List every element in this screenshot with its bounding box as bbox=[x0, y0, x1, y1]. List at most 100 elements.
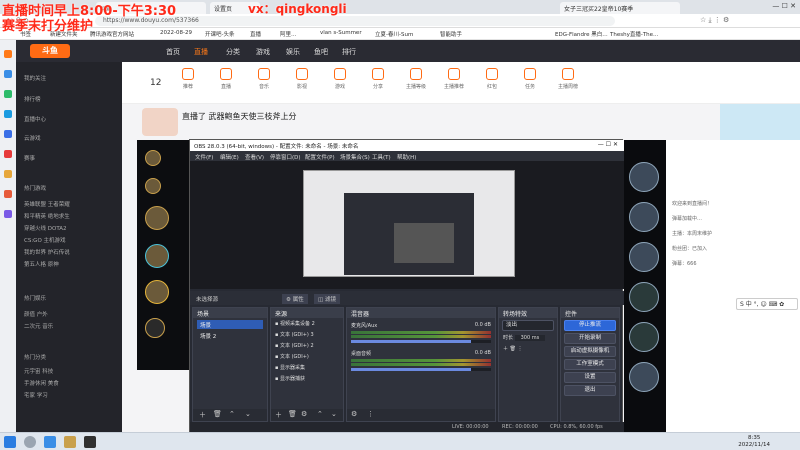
sidebar-item[interactable]: 英雄联盟 王者荣耀 bbox=[24, 200, 70, 208]
source-item[interactable]: ▪ 文本 (GDI+) 2 bbox=[271, 340, 343, 351]
sidebar-item[interactable]: 和平精英 绝地求生 bbox=[24, 212, 70, 220]
add-icon[interactable]: ＋ bbox=[503, 346, 508, 352]
app-icon[interactable] bbox=[4, 210, 12, 218]
menu-help[interactable]: 帮助(H) bbox=[397, 153, 416, 161]
up-icon[interactable]: ⌃ bbox=[317, 410, 323, 418]
obs-window-controls[interactable]: — ☐ ✕ bbox=[598, 141, 618, 148]
nav-fishbar[interactable]: 鱼吧 bbox=[314, 47, 328, 57]
virtual-camera-button[interactable]: 启动虚拟摄像机 bbox=[564, 346, 616, 357]
sidebar-item[interactable]: 热门分类 bbox=[24, 353, 46, 361]
sidebar-item[interactable]: 热门娱乐 bbox=[24, 294, 46, 302]
exit-button[interactable]: 退出 bbox=[564, 385, 616, 396]
scene-item[interactable]: 场景 bbox=[197, 320, 263, 329]
bookmark[interactable]: Theshy直播-The… bbox=[610, 30, 659, 38]
app-icon[interactable] bbox=[4, 90, 12, 98]
category-item[interactable]: 音乐 bbox=[250, 68, 278, 90]
sidebar-item[interactable]: 云游戏 bbox=[24, 134, 41, 142]
nav-category[interactable]: 分类 bbox=[226, 47, 240, 57]
window-controls[interactable]: — ☐ ✕ bbox=[772, 2, 796, 10]
app-icon[interactable] bbox=[4, 190, 12, 198]
start-recording-button[interactable]: 开始录制 bbox=[564, 333, 616, 344]
app-icon[interactable] bbox=[4, 50, 12, 58]
sidebar-item[interactable]: 手游休闲 美食 bbox=[24, 379, 59, 387]
more-icon[interactable]: ⋮ bbox=[367, 410, 374, 418]
bookmark[interactable]: 阿里… bbox=[280, 30, 297, 38]
bookmark[interactable]: 智能助手 bbox=[440, 30, 462, 38]
up-icon[interactable]: ⌃ bbox=[229, 410, 235, 418]
menu-docks[interactable]: 停靠窗口(D) bbox=[270, 153, 301, 161]
sidebar-item[interactable]: 我的世界 炉石传说 bbox=[24, 248, 70, 256]
menu-profile[interactable]: 配置文件(P) bbox=[305, 153, 335, 161]
down-icon[interactable]: ⌄ bbox=[245, 410, 251, 418]
source-item[interactable]: ▪ 显示器采集 bbox=[271, 362, 343, 373]
bookmark[interactable]: EDG-Flandre 黑白… bbox=[555, 30, 608, 38]
source-item[interactable]: ▪ 文本 (GDI+) bbox=[271, 351, 343, 362]
bookmark[interactable]: 直播 bbox=[250, 30, 261, 38]
volume-slider[interactable] bbox=[351, 340, 491, 343]
sidebar-item[interactable]: 颜值 户外 bbox=[24, 310, 48, 318]
stop-streaming-button[interactable]: 停止推流 bbox=[564, 320, 616, 331]
trash-icon[interactable]: 🗑 bbox=[288, 410, 297, 418]
nav-rank[interactable]: 排行 bbox=[342, 47, 356, 57]
ad-banner[interactable] bbox=[720, 104, 800, 140]
nav-home[interactable]: 首页 bbox=[166, 47, 180, 57]
ime-toolbar[interactable]: S 中 °, ☺ ⌨ ✿ bbox=[736, 298, 798, 310]
menu-view[interactable]: 查看(V) bbox=[245, 153, 264, 161]
sidebar-item[interactable]: 赛事 bbox=[24, 154, 35, 162]
sidebar-item[interactable]: 二次元 音乐 bbox=[24, 322, 53, 330]
sidebar-item[interactable]: 热门游戏 bbox=[24, 184, 46, 192]
more-icon[interactable]: ⋮ bbox=[518, 346, 523, 352]
bookmark[interactable]: 开课吧-头条 bbox=[205, 30, 235, 38]
sidebar-item[interactable]: 穿越火线 DOTA2 bbox=[24, 224, 67, 232]
app-icon[interactable] bbox=[4, 110, 12, 118]
down-icon[interactable]: ⌄ bbox=[331, 410, 337, 418]
source-item[interactable]: ▪ 视频采集设备 2 bbox=[271, 318, 343, 329]
category-item[interactable]: 游戏 bbox=[326, 68, 354, 90]
browser-toolbar-icons[interactable]: ☆ ⤓ ⋮ ⚙ bbox=[700, 16, 729, 25]
source-item[interactable]: ▪ 显示器捕获 bbox=[271, 373, 343, 384]
browser-tab[interactable]: 女子三冠买22皇帝10赛季 bbox=[560, 2, 680, 14]
volume-slider[interactable] bbox=[351, 368, 491, 371]
source-item[interactable]: ▪ 文本 (GDI+) 3 bbox=[271, 329, 343, 340]
app-icon[interactable] bbox=[4, 150, 12, 158]
filters-button[interactable]: ◫ 滤镜 bbox=[314, 294, 340, 304]
category-item[interactable]: 主播推荐 bbox=[440, 68, 468, 90]
app-icon[interactable] bbox=[4, 130, 12, 138]
app-icon[interactable] bbox=[4, 170, 12, 178]
search-icon[interactable] bbox=[24, 436, 36, 448]
douyu-logo[interactable]: 斗鱼 bbox=[30, 44, 70, 58]
sidebar-item[interactable]: 元宇宙 科技 bbox=[24, 367, 53, 375]
bookmark[interactable]: 2022-08-29 bbox=[160, 30, 192, 36]
sidebar-item[interactable]: 排行榜 bbox=[24, 95, 41, 103]
category-item[interactable]: 任务 bbox=[516, 68, 544, 90]
trash-icon[interactable]: 🗑 bbox=[213, 410, 222, 418]
bookmark[interactable]: 立夏-春川-Sum bbox=[375, 30, 413, 38]
sidebar-item[interactable]: 直播中心 bbox=[24, 115, 46, 123]
clock[interactable]: 8:35 2022/11/14 bbox=[738, 435, 770, 449]
duration-input[interactable]: 300 ms bbox=[514, 335, 546, 341]
menu-scene-collection[interactable]: 场景集合(S) bbox=[340, 153, 370, 161]
sidebar-item[interactable]: CS:GO 主机游戏 bbox=[24, 236, 66, 244]
sidebar-item[interactable]: 第五人格 原神 bbox=[24, 260, 59, 268]
nav-live[interactable]: 直播 bbox=[194, 47, 208, 57]
category-item[interactable]: 推荐 bbox=[174, 68, 202, 90]
obs-preview[interactable] bbox=[190, 161, 624, 289]
category-item[interactable]: 分享 bbox=[364, 68, 392, 90]
bookmark[interactable]: 腾讯游戏官方网站 bbox=[90, 30, 134, 38]
category-item[interactable]: 红包 bbox=[478, 68, 506, 90]
category-item[interactable]: 主播周榜 bbox=[554, 68, 582, 90]
nav-game[interactable]: 游戏 bbox=[256, 47, 270, 57]
nav-ent[interactable]: 娱乐 bbox=[286, 47, 300, 57]
app-icon[interactable] bbox=[44, 436, 56, 448]
properties-button[interactable]: ⚙ 属性 bbox=[282, 294, 308, 304]
settings-button[interactable]: 设置 bbox=[564, 372, 616, 383]
sidebar-item[interactable]: 宅家 学习 bbox=[24, 391, 48, 399]
start-icon[interactable] bbox=[4, 436, 16, 448]
gear-icon[interactable]: ⚙ bbox=[301, 410, 307, 418]
add-icon[interactable]: ＋ bbox=[199, 410, 206, 420]
app-icon[interactable] bbox=[4, 70, 12, 78]
category-item[interactable]: 主播等级 bbox=[402, 68, 430, 90]
menu-file[interactable]: 文件(F) bbox=[195, 153, 213, 161]
gear-icon[interactable]: ⚙ bbox=[351, 410, 357, 418]
sidebar-item[interactable]: 我的关注 bbox=[24, 74, 46, 82]
